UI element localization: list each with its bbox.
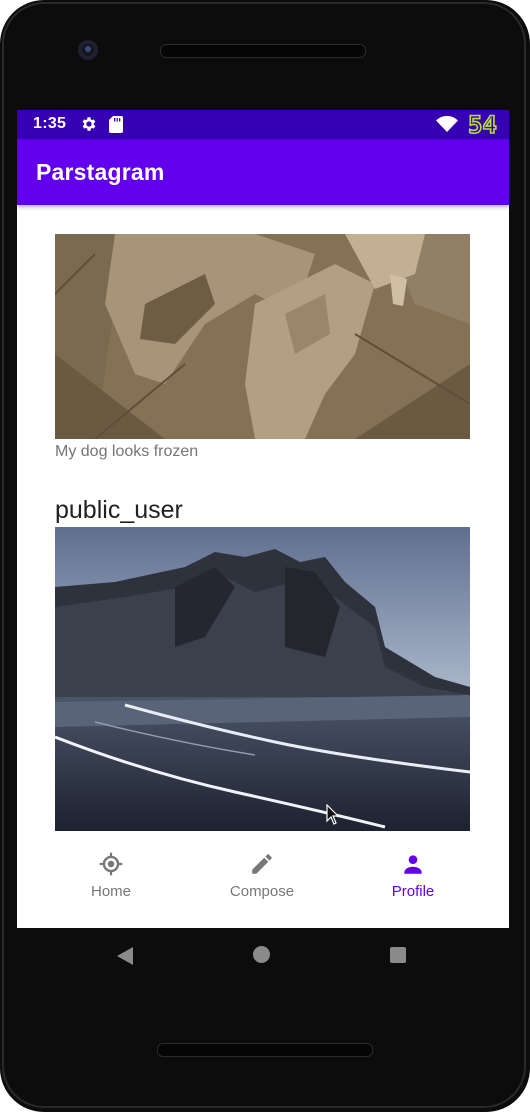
- post-username[interactable]: public_user: [55, 496, 183, 525]
- nav-label-home: Home: [90, 883, 131, 900]
- recents-icon[interactable]: [390, 947, 406, 963]
- gear-icon: [82, 117, 96, 131]
- app-bar: Parstagram: [17, 139, 509, 205]
- person-icon: [404, 855, 422, 874]
- pencil-icon: [252, 854, 272, 874]
- status-time: 1:35: [33, 115, 67, 132]
- post-image[interactable]: [55, 234, 470, 439]
- mouse-cursor-icon: [326, 804, 340, 825]
- target-icon: [99, 852, 123, 876]
- status-bar: 1:35 54: [17, 110, 509, 139]
- device-screen: 1:35 54 Parstagram My dog looks frozen p…: [17, 110, 509, 928]
- nav-item-profile[interactable]: Profile: [338, 835, 488, 928]
- home-icon[interactable]: [253, 946, 270, 963]
- nav-label-profile: Profile: [391, 883, 435, 900]
- frame-counter-text: 54: [468, 111, 497, 137]
- post-caption: My dog looks frozen: [55, 443, 199, 460]
- nav-item-home[interactable]: Home: [36, 835, 186, 928]
- phone-frame: 1:35 54 Parstagram My dog looks frozen p…: [0, 0, 530, 1112]
- front-camera: [78, 40, 98, 60]
- post-feed[interactable]: My dog looks frozen public_user: [17, 205, 509, 835]
- system-navigation-bar: [17, 928, 509, 984]
- frame-counter-overlay: 54: [467, 111, 498, 137]
- app-title: Parstagram: [36, 159, 165, 185]
- back-icon[interactable]: [115, 946, 135, 966]
- sd-card-icon: [109, 116, 123, 133]
- earpiece-speaker: [160, 44, 366, 58]
- post-image[interactable]: [55, 527, 470, 831]
- nav-item-compose[interactable]: Compose: [187, 835, 337, 928]
- nav-label-compose: Compose: [229, 883, 295, 900]
- wifi-icon: [436, 116, 458, 132]
- bottom-speaker: [157, 1043, 373, 1057]
- bottom-navigation: Home Compose Profile: [17, 835, 509, 928]
